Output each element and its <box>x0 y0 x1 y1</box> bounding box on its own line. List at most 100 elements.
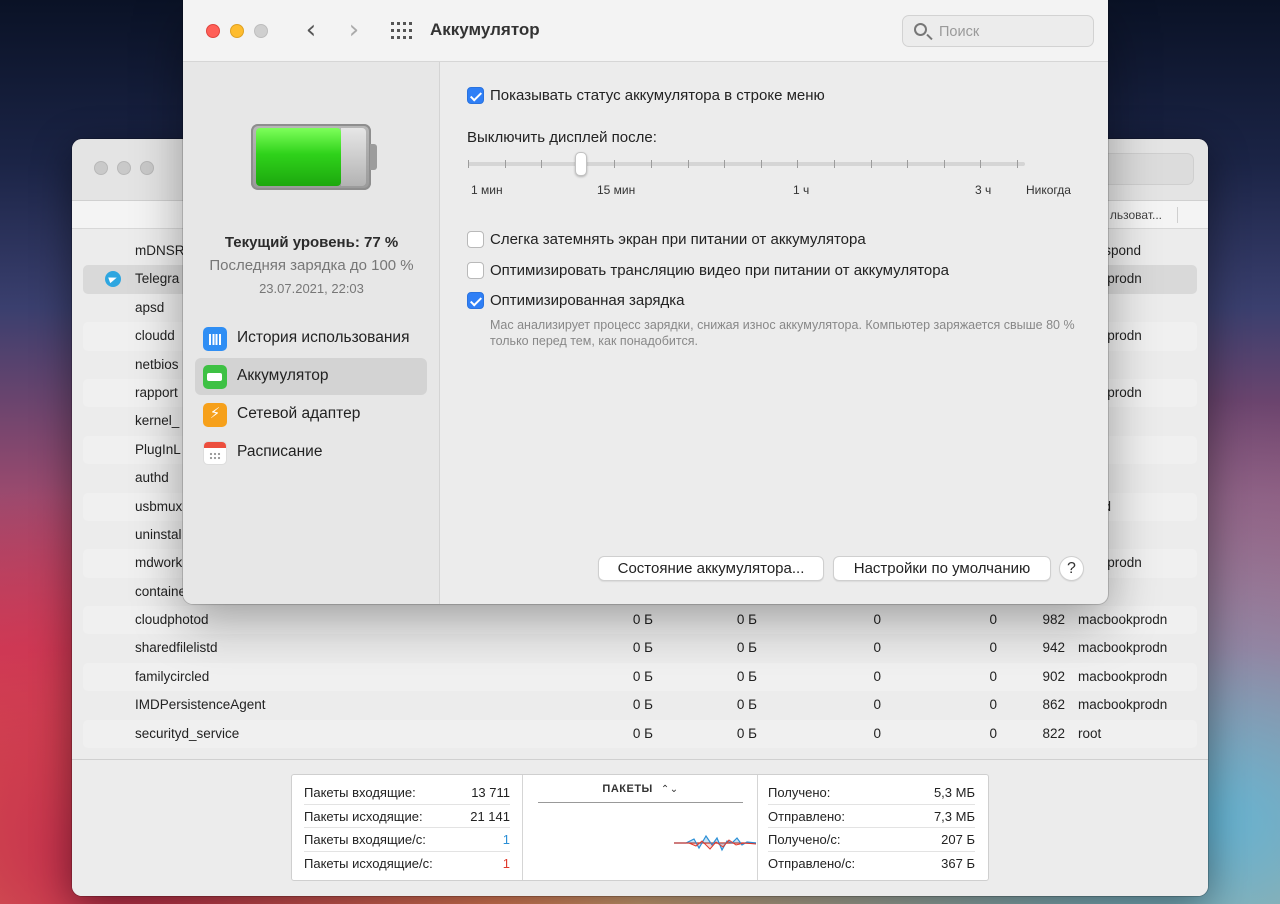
stat-label: Получено/с: <box>768 832 841 848</box>
zoom-button[interactable] <box>254 24 268 38</box>
table-row[interactable]: securityd_service 0 Б 0 Б 0 0 822 root <box>83 719 1197 749</box>
stat-value: 5,3 МБ <box>933 785 975 800</box>
slider-label-15min: 15 мин <box>597 183 636 197</box>
received-bytes-cell: 0 Б <box>736 697 757 713</box>
optimized-charging-label[interactable]: Оптимизированная зарядка <box>490 292 685 309</box>
process-name-cell: IMDPersistenceAgent <box>135 697 266 713</box>
optimize-video-checkbox[interactable] <box>467 262 484 279</box>
process-name-cell: kernel_ <box>135 413 180 429</box>
zoom-button[interactable] <box>140 161 154 175</box>
column-header-user[interactable]: льзоват... <box>1110 208 1162 222</box>
table-row[interactable]: familycircled 0 Б 0 Б 0 0 902 macbookprodn <box>83 662 1197 692</box>
stat-label: Пакеты исходящие: <box>304 808 423 824</box>
slider-tick <box>797 160 799 168</box>
column-divider <box>1177 207 1178 223</box>
table-row[interactable]: IMDPersistenceAgent 0 Б 0 Б 0 0 862 macbookpro… <box>83 691 1197 719</box>
show-status-label[interactable]: Показывать статус аккумулятора в строке … <box>490 87 825 104</box>
slider-label-1min: 1 мин <box>471 183 503 197</box>
process-name-cell: rapport <box>135 384 178 400</box>
network-stats-panel: Пакеты входящие: 13 711 Пакеты исходящие: 2… <box>72 759 1208 896</box>
packets-graph: ПАКЕТЫ ⌃⌄ <box>524 775 757 880</box>
stat-label: Пакеты входящие/с: <box>304 832 426 848</box>
sent-bytes-cell: 0 Б <box>632 725 653 741</box>
sidebar-item-usage-history[interactable]: История использования <box>195 320 427 357</box>
optimize-video-label[interactable]: Оптимизировать трансляцию видео при пита… <box>490 262 949 279</box>
forward-chevron-icon[interactable]: › <box>343 17 365 45</box>
process-name-cell: usbmux <box>135 498 183 514</box>
dim-screen-checkbox[interactable] <box>467 231 484 248</box>
user-cell: macbookprodn <box>1078 668 1168 684</box>
received-bytes-cell: 0 Б <box>736 640 757 656</box>
dim-screen-label[interactable]: Слегка затемнять экран при питании от ак… <box>490 231 866 248</box>
stat-row: Пакеты исходящие/с: 1 <box>304 852 510 876</box>
slider-label-1h: 1 ч <box>793 183 810 197</box>
stat-row: Получено: 5,3 МБ <box>768 781 975 805</box>
search-input[interactable] <box>939 22 1079 42</box>
slider-tick <box>468 160 469 168</box>
packet-stats: Пакеты входящие: 13 711 Пакеты исходящие: 2… <box>292 775 523 880</box>
user-cell: macbookprodn <box>1078 697 1168 713</box>
sidebar-item-label: Аккумулятор <box>237 367 329 384</box>
battery-icon <box>203 365 227 389</box>
sent-bytes-cell: 0 Б <box>632 612 653 628</box>
slider-tick <box>724 160 726 168</box>
display-off-slider-knob[interactable] <box>575 152 587 176</box>
stat-label: Пакеты исходящие/с: <box>304 855 433 871</box>
sidebar-item-power-adapter[interactable]: Сетевой адаптер <box>195 396 427 433</box>
display-off-label: Выключить дисплей после: <box>467 129 657 146</box>
stat-row: Пакеты исходящие: 21 141 <box>304 805 510 829</box>
slider-tick <box>687 160 689 168</box>
stat-label: Пакеты входящие: <box>304 785 416 800</box>
received-bytes-cell: 0 Б <box>736 725 757 741</box>
process-name-cell: PlugInL <box>135 441 181 457</box>
received-packets-cell: 0 <box>989 668 997 684</box>
window-controls <box>206 24 268 38</box>
restore-defaults-button[interactable]: Настройки по умолчанию <box>833 556 1051 581</box>
minimize-button[interactable] <box>230 24 244 38</box>
display-off-slider-track[interactable] <box>468 162 1025 166</box>
user-cell: macbookprodn <box>1078 640 1168 656</box>
process-name-cell: sharedfilelistd <box>135 640 218 656</box>
user-cell: root <box>1078 725 1102 741</box>
sidebar-item-label: История использования <box>237 329 410 346</box>
network-stats-box: Пакеты входящие: 13 711 Пакеты исходящие: 2… <box>291 774 989 881</box>
sent-packets-cell: 0 <box>873 640 881 656</box>
usage-history-icon <box>203 327 227 351</box>
sidebar-item-battery[interactable]: Аккумулятор <box>195 358 427 395</box>
pid-cell: 862 <box>1042 697 1065 713</box>
process-name-cell: containe <box>135 583 187 599</box>
slider-tick <box>651 160 652 168</box>
battery-preferences-window: ‹ › Аккумулятор Текущий уровень: 77 % По… <box>183 0 1108 604</box>
show-status-checkbox[interactable] <box>467 87 484 104</box>
received-packets-cell: 0 <box>989 697 997 713</box>
received-packets-cell: 0 <box>989 612 997 628</box>
sent-packets-cell: 0 <box>873 697 881 713</box>
process-name-cell: securityd_service <box>135 725 240 741</box>
graph-mode-selector[interactable]: ПАКЕТЫ ⌃⌄ <box>524 783 757 795</box>
sidebar: Текущий уровень: 77 % Последняя зарядка … <box>183 62 440 604</box>
slider-tick <box>943 160 945 168</box>
stat-row: Отправлено: 7,3 МБ <box>768 805 975 829</box>
close-button[interactable] <box>94 161 108 175</box>
show-all-grid-icon[interactable] <box>391 22 413 40</box>
stat-value: 207 Б <box>941 832 975 848</box>
pid-cell: 902 <box>1042 668 1065 684</box>
stat-value: 13 711 <box>471 785 510 800</box>
table-row[interactable]: sharedfilelistd 0 Б 0 Б 0 0 942 macbookprodn <box>83 634 1197 662</box>
battery-health-button[interactable]: Состояние аккумулятора... <box>598 556 824 581</box>
process-name-cell: mdwork <box>135 555 183 571</box>
sidebar-item-label: Расписание <box>237 443 323 460</box>
minimize-button[interactable] <box>117 161 131 175</box>
sent-bytes-cell: 0 Б <box>632 640 653 656</box>
power-adapter-icon <box>203 403 227 427</box>
search-icon <box>914 23 927 36</box>
help-button[interactable]: ? <box>1059 556 1084 581</box>
back-chevron-icon[interactable]: ‹ <box>300 17 322 45</box>
data-stats: Получено: 5,3 МБ Отправлено: 7,3 МБ Получено… <box>757 775 989 880</box>
search-field[interactable] <box>902 15 1094 47</box>
table-row[interactable]: cloudphotod 0 Б 0 Б 0 0 982 macbookprodn <box>83 606 1197 635</box>
sidebar-item-schedule[interactable]: Расписание <box>195 434 427 471</box>
optimized-charging-checkbox[interactable] <box>467 292 484 309</box>
close-button[interactable] <box>206 24 220 38</box>
slider-tick <box>504 160 506 168</box>
